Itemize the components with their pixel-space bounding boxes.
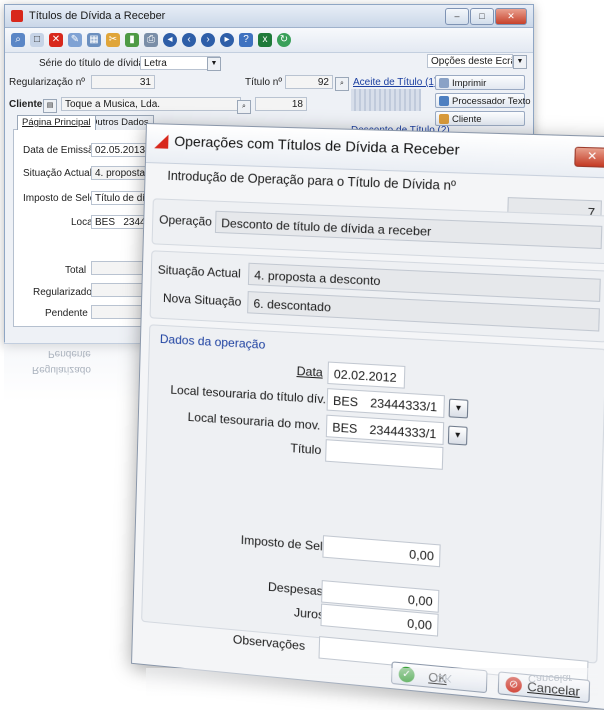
nova-situacao-label: Nova Situação (162, 290, 242, 309)
tab-pagina-principal[interactable]: Página Principal (17, 115, 96, 130)
placeholder-strip (351, 89, 421, 111)
maximize-button[interactable]: □ (470, 8, 494, 25)
data-emissao-label: Data de Emissão (23, 145, 100, 156)
previous-record-icon[interactable]: ‹ (182, 33, 196, 47)
serie-label: Série do título de dívida (39, 58, 145, 69)
lookup-icon[interactable]: ▤ (43, 99, 57, 113)
search-icon[interactable]: ⌕ (335, 77, 349, 91)
dialog-close-button[interactable]: ✕ (574, 146, 604, 168)
excel-icon[interactable]: x (258, 33, 272, 47)
data-field[interactable]: 02.02.2012 (327, 361, 406, 389)
regularizacao-field[interactable]: 31 (91, 75, 155, 89)
print-icon (439, 78, 449, 88)
reflection-text: Regularizado (32, 364, 91, 375)
cliente-field[interactable]: Toque a Musica, Lda. (61, 97, 241, 111)
imposto-selo-field[interactable]: 0,00 (322, 535, 441, 568)
text-editor-icon (439, 96, 449, 106)
chevron-down-icon[interactable]: ▼ (447, 425, 468, 446)
regularizacao-label: Regularização nº (9, 77, 85, 88)
close-button[interactable]: ✕ (495, 8, 527, 25)
operacao-label: Operação (159, 212, 213, 229)
minimize-button[interactable]: – (445, 8, 469, 25)
titulo-label: Título (290, 440, 322, 458)
dialog-title: Operações com Títulos de Dívida a Recebe… (174, 132, 460, 158)
reflection-text: OK (436, 672, 452, 684)
local-titulo-label: Local tesouraria do título dív. (170, 382, 327, 407)
search-icon[interactable]: ⌕ (11, 33, 25, 47)
operacoes-dialog: Operações com Títulos de Dívida a Recebe… (131, 123, 604, 710)
grid-icon[interactable]: ▦ (87, 33, 101, 47)
pendente-label: Pendente (45, 308, 88, 319)
cliente-label: Cliente (9, 99, 43, 110)
tools-icon[interactable]: ✂ (106, 33, 120, 47)
imprimir-button[interactable]: Imprimir (435, 75, 525, 90)
user-icon (439, 114, 449, 124)
data-label: Data (296, 363, 324, 380)
reflection-text: Cancelar (528, 672, 573, 684)
despesas-label: Despesas (267, 579, 324, 599)
refresh-icon[interactable]: ↻ (277, 33, 291, 47)
dialog-reflection: OK Cancelar (146, 668, 598, 697)
processador-texto-button[interactable]: Processador Texto (435, 93, 531, 108)
toolbar: ⌕ □ ✕ ✎ ▦ ✂ ▮ ⎙ ◂ ‹ › ▸ ? x ↻ (5, 28, 533, 53)
next-record-icon[interactable]: › (201, 33, 215, 47)
intro-label: Introdução de Operação para o Título de … (167, 168, 457, 194)
titulo-field[interactable]: 92 (285, 75, 333, 89)
chevron-down-icon[interactable]: ▼ (513, 55, 527, 69)
imposto-field[interactable]: Título de dívida (91, 191, 147, 205)
cliente-num-field[interactable]: 18 (255, 97, 307, 111)
reflection-text: Pendente (48, 348, 91, 359)
local-mov-label: Local tesouraria do mov. (187, 409, 321, 433)
titulos-window-title: Títulos de Dívida a Receber (29, 10, 166, 22)
situacao-field[interactable]: 4. proposta a (91, 166, 147, 180)
opcoes-select[interactable]: Opções deste Ecrã (427, 54, 513, 68)
dados-operacao-group: Dados da operação Data 02.02.2012 Local … (141, 324, 604, 664)
app-icon (11, 10, 23, 22)
local-field[interactable]: BES 2344 (91, 215, 147, 229)
app-icon (154, 134, 168, 148)
imposto-label: Imposto de Selo (23, 193, 96, 204)
help-icon[interactable]: ? (239, 33, 253, 47)
chart-icon[interactable]: ▮ (125, 33, 139, 47)
last-record-icon[interactable]: ▸ (220, 33, 234, 47)
situacao-actual-label: Situação Actual (157, 262, 242, 281)
aceite-link[interactable]: Aceite de Título (1) (353, 77, 437, 88)
new-document-icon[interactable]: □ (30, 33, 44, 47)
cliente-button[interactable]: Cliente (435, 111, 525, 126)
total-label: Total (65, 265, 87, 276)
edit-icon[interactable]: ✎ (68, 33, 82, 47)
chevron-down-icon[interactable]: ▼ (207, 57, 221, 71)
regularizado-label: Regularizado (33, 287, 92, 298)
first-record-icon[interactable]: ◂ (163, 33, 177, 47)
total-field (91, 261, 147, 275)
operacao-field: Desconto de título de dívida a receber (214, 210, 603, 250)
regularizado-field (91, 283, 147, 297)
titulos-titlebar: Títulos de Dívida a Receber – □ ✕ (5, 5, 533, 28)
dados-operacao-header: Dados da operação (159, 331, 266, 352)
imposto-selo-label: Imposto de Selo (240, 532, 330, 555)
titulo-label: Título nº (245, 77, 283, 88)
chevron-down-icon[interactable]: ▼ (448, 398, 469, 419)
situacao-label: Situação Actual (23, 168, 92, 179)
search-icon[interactable]: ⌕ (237, 100, 251, 114)
data-emissao-field[interactable]: 02.05.2013 (91, 143, 147, 157)
delete-icon[interactable]: ✕ (49, 33, 63, 47)
local-titulo-select[interactable]: BES 23444333/1 (326, 388, 445, 419)
print-preview-icon[interactable]: ⎙ (144, 33, 158, 47)
pendente-field (91, 305, 147, 319)
